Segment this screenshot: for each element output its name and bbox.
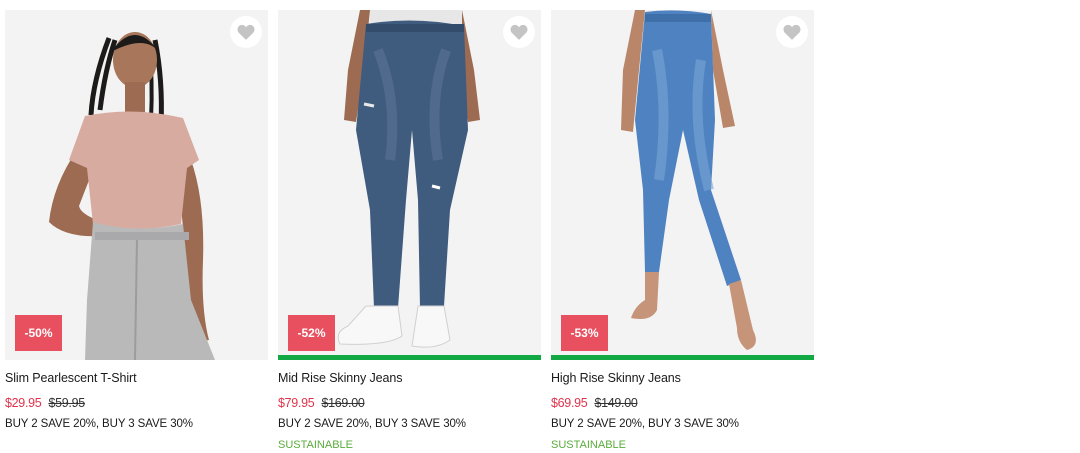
- product-title[interactable]: Slim Pearlescent T-Shirt: [5, 371, 268, 385]
- sale-price: $69.95: [551, 396, 588, 410]
- price-row: $29.95 $59.95: [5, 396, 268, 410]
- original-price: $149.00: [594, 396, 638, 410]
- original-price: $169.00: [321, 396, 365, 410]
- wishlist-button[interactable]: [503, 16, 535, 48]
- product-card[interactable]: -53% High Rise Skinny Jeans $69.95 $149.0…: [551, 10, 814, 452]
- product-title[interactable]: High Rise Skinny Jeans: [551, 371, 814, 385]
- price-row: $69.95 $149.00: [551, 396, 814, 410]
- price-row: $79.95 $169.00: [278, 396, 541, 410]
- sustainable-indicator-bar: [551, 355, 814, 360]
- product-photo-high-rise-jeans: [551, 10, 814, 360]
- promo-text: BUY 2 SAVE 20%, BUY 3 SAVE 30%: [5, 418, 193, 430]
- sale-price: $29.95: [5, 396, 42, 410]
- sustainable-indicator-bar: [278, 355, 541, 360]
- heart-icon: [783, 24, 801, 40]
- product-grid: -50% Slim Pearlescent T-Shirt $29.95 $59.…: [5, 10, 814, 452]
- heart-icon: [237, 24, 255, 40]
- product-photo-mid-rise-jeans: [278, 10, 541, 360]
- sustainable-label: SUSTAINABLE: [551, 439, 626, 451]
- wishlist-button[interactable]: [230, 16, 262, 48]
- heart-icon: [510, 24, 528, 40]
- wishlist-button[interactable]: [776, 16, 808, 48]
- product-image-link[interactable]: -52%: [278, 10, 541, 360]
- product-card[interactable]: -50% Slim Pearlescent T-Shirt $29.95 $59.…: [5, 10, 268, 452]
- discount-badge: -52%: [288, 315, 335, 351]
- discount-badge: -53%: [561, 315, 608, 351]
- product-image-link[interactable]: -50%: [5, 10, 268, 360]
- product-card[interactable]: -52% Mid Rise Skinny Jeans $79.95 $169.00…: [278, 10, 541, 452]
- sustainable-label: SUSTAINABLE: [278, 439, 353, 451]
- discount-badge: -50%: [15, 315, 62, 351]
- promo-text: BUY 2 SAVE 20%, BUY 3 SAVE 30%: [278, 418, 466, 430]
- product-image-link[interactable]: -53%: [551, 10, 814, 360]
- product-title[interactable]: Mid Rise Skinny Jeans: [278, 371, 541, 385]
- sale-price: $79.95: [278, 396, 315, 410]
- original-price: $59.95: [48, 396, 85, 410]
- promo-text: BUY 2 SAVE 20%, BUY 3 SAVE 30%: [551, 418, 739, 430]
- product-photo-tshirt: [5, 10, 268, 360]
